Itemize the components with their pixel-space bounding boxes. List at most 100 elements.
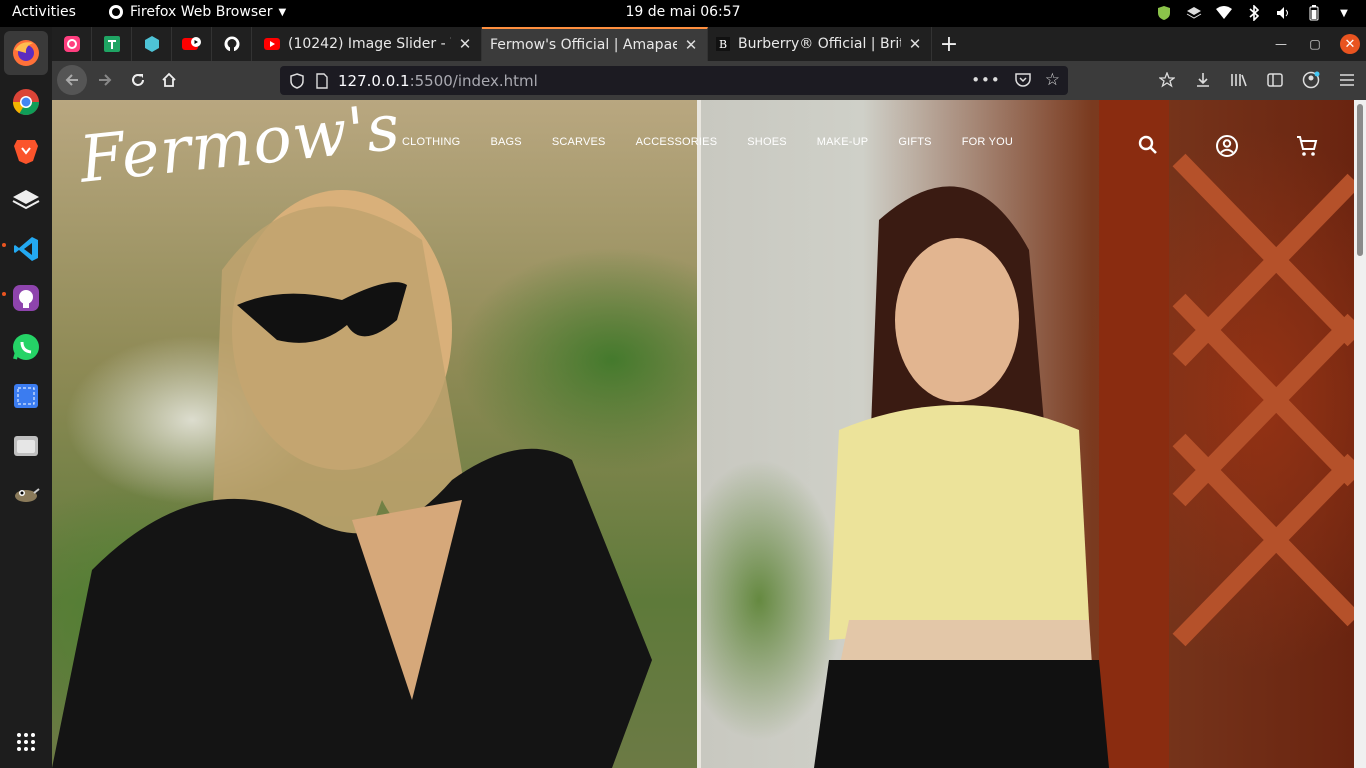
tab-youtube[interactable]: (10242) Image Slider - W ✕ <box>256 27 482 61</box>
account-icon[interactable] <box>1300 69 1322 91</box>
shield-icon[interactable] <box>290 72 304 89</box>
youtube-icon <box>264 38 280 50</box>
chevron-down-icon[interactable]: ▼ <box>1336 5 1352 21</box>
account-icon[interactable] <box>1215 134 1239 162</box>
nav-item-for-you[interactable]: FOR YOU <box>962 136 1013 148</box>
model-left-illustration <box>52 190 652 768</box>
github-icon <box>13 285 39 311</box>
close-icon[interactable]: ✕ <box>683 36 699 54</box>
tab-burberry[interactable]: B Burberry® Official | Brit ✕ <box>708 27 932 61</box>
page-viewport: Fermow's CLOTHING BAGS SCARVES ACCESSORI… <box>52 100 1354 768</box>
pinned-tab[interactable] <box>212 27 252 61</box>
gimp-icon <box>15 488 40 502</box>
dock-files[interactable] <box>4 423 48 467</box>
app-pink-icon <box>63 36 80 52</box>
vscode-icon <box>14 237 38 261</box>
nav-item-accessories[interactable]: ACCESSORIES <box>636 136 718 148</box>
nav-item-bags[interactable]: BAGS <box>490 136 521 148</box>
home-button[interactable] <box>154 65 184 95</box>
scrollbar-thumb[interactable] <box>1357 104 1363 256</box>
nav-item-gifts[interactable]: GIFTS <box>898 136 931 148</box>
dock-brave[interactable] <box>4 129 48 173</box>
hamburger-menu-icon[interactable] <box>1336 69 1358 91</box>
page-scrollbar[interactable] <box>1354 100 1366 768</box>
dock-layers-app[interactable] <box>4 178 48 222</box>
dock-github-desktop[interactable] <box>4 276 48 320</box>
tab-title: Burberry® Official | Brit <box>738 36 901 52</box>
layers-icon[interactable] <box>1186 5 1202 21</box>
dock-gimp[interactable] <box>4 472 48 516</box>
url-host: 127.0.0.1 <box>338 71 410 90</box>
search-icon[interactable] <box>1137 134 1159 162</box>
volume-icon[interactable] <box>1276 5 1292 21</box>
cube-icon <box>144 36 159 52</box>
folder-icon <box>14 436 38 456</box>
app-menu[interactable]: Firefox Web Browser ▼ <box>108 4 286 20</box>
pinned-tab[interactable] <box>132 27 172 61</box>
show-applications-button[interactable] <box>4 720 48 764</box>
sheets-icon <box>103 36 120 52</box>
navigation-toolbar: 127.0.0.1:5500/index.html ••• ☆ <box>52 61 1366 100</box>
gnome-top-bar: Activities Firefox Web Browser ▼ 19 de m… <box>0 0 1366 27</box>
nav-item-clothing[interactable]: CLOTHING <box>402 136 460 148</box>
download-icon[interactable] <box>1192 69 1214 91</box>
firefox-icon <box>13 40 39 66</box>
maximize-icon[interactable]: ▢ <box>1298 37 1332 51</box>
youtube-play-icon <box>181 37 201 50</box>
url-text[interactable]: 127.0.0.1:5500/index.html <box>338 72 538 90</box>
close-window-icon[interactable]: ✕ <box>1340 34 1360 54</box>
back-button[interactable] <box>57 65 87 95</box>
pinned-tab[interactable] <box>92 27 132 61</box>
forward-button[interactable] <box>90 65 120 95</box>
grid-icon <box>17 733 35 751</box>
page-actions-icon[interactable]: ••• <box>971 71 1001 89</box>
activities-button[interactable]: Activities <box>12 4 76 20</box>
nav-item-shoes[interactable]: SHOES <box>747 136 787 148</box>
address-bar[interactable]: 127.0.0.1:5500/index.html ••• ☆ <box>280 66 1068 95</box>
tab-title: Fermow's Official | Amapaen <box>490 37 677 53</box>
shield-icon[interactable] <box>1156 5 1172 21</box>
url-path: :5500/index.html <box>409 71 538 90</box>
library-icon[interactable] <box>1228 69 1250 91</box>
hero-image-right <box>699 100 1354 768</box>
nav-item-make-up[interactable]: MAKE-UP <box>817 136 869 148</box>
sidebar-icon[interactable] <box>1264 69 1286 91</box>
tab-bar: (10242) Image Slider - W ✕ Fermow's Offi… <box>52 27 1366 61</box>
pinned-tab[interactable] <box>172 27 212 61</box>
pocket-icon[interactable] <box>1015 73 1031 87</box>
svg-text:B: B <box>719 38 727 51</box>
new-tab-button[interactable]: + <box>932 27 966 61</box>
dock <box>0 27 52 768</box>
dock-whatsapp[interactable] <box>4 325 48 369</box>
tab-title: (10242) Image Slider - W <box>288 36 451 52</box>
reload-button[interactable] <box>123 65 153 95</box>
bluetooth-icon[interactable] <box>1246 5 1262 21</box>
nav-item-scarves[interactable]: SCARVES <box>552 136 606 148</box>
chrome-icon <box>12 89 40 116</box>
close-icon[interactable]: ✕ <box>907 35 923 53</box>
dock-vscode[interactable] <box>4 227 48 271</box>
dock-screenshot[interactable] <box>4 374 48 418</box>
bookmark-star-icon[interactable] <box>1156 69 1178 91</box>
minimize-icon[interactable]: — <box>1264 37 1298 51</box>
system-tray[interactable]: ▼ <box>1156 5 1352 21</box>
close-icon[interactable]: ✕ <box>457 35 473 53</box>
home-icon <box>162 72 176 87</box>
battery-icon[interactable] <box>1306 5 1322 21</box>
wifi-icon[interactable] <box>1216 5 1232 21</box>
window-controls: — ▢ ✕ <box>1264 27 1360 61</box>
screenshot-icon <box>14 384 38 408</box>
tab-fermows[interactable]: Fermow's Official | Amapaen ✕ <box>482 27 708 61</box>
clock[interactable]: 19 de mai 06:57 <box>625 4 740 20</box>
whatsapp-icon <box>13 334 39 360</box>
page-icon <box>316 72 328 89</box>
dock-chrome[interactable] <box>4 80 48 124</box>
pinned-tab[interactable] <box>52 27 92 61</box>
bookmark-star-icon[interactable]: ☆ <box>1045 70 1060 90</box>
brave-lion-icon <box>14 140 38 164</box>
layers-icon <box>12 190 40 210</box>
site-action-icons <box>1137 134 1319 162</box>
github-icon <box>224 36 239 52</box>
cart-icon[interactable] <box>1295 134 1319 162</box>
dock-firefox[interactable] <box>4 31 48 75</box>
